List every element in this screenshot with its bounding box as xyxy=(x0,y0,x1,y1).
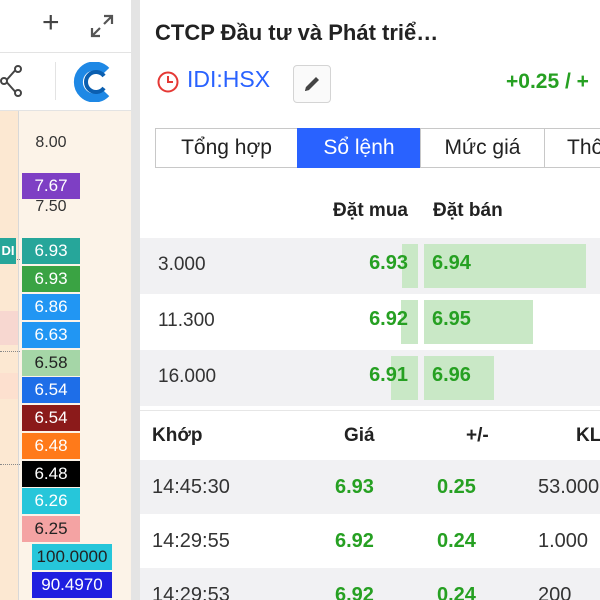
trade-price: 6.92 xyxy=(335,584,374,600)
trade-time: 14:29:53 xyxy=(152,584,230,600)
orderbook-row[interactable]: 16.000 6.91 6.96 xyxy=(140,350,600,406)
ask-price[interactable]: 6.95 xyxy=(432,308,471,331)
price-tag: 6.26 xyxy=(22,488,80,514)
price-tag: 6.93 xyxy=(22,266,80,292)
price-tag: 6.54 xyxy=(22,377,80,403)
orderbook-volume: 11.300 xyxy=(158,310,215,331)
price-scale-label: 8.00 xyxy=(35,134,67,151)
trade-price: 6.92 xyxy=(335,530,374,552)
trade-change: 0.25 xyxy=(437,476,476,498)
price-tag: 6.63 xyxy=(22,322,80,348)
orderbook-header: Đặt mua Đặt bán xyxy=(140,196,600,230)
trade-volume: 53.000 xyxy=(538,476,600,498)
price-tag: 6.58 xyxy=(22,350,80,376)
trade-volume: 1.000 xyxy=(538,530,589,552)
quote-panel: CTCP Đầu tư và Phát triể… IDI:HSX +0.25 … xyxy=(140,0,600,600)
expand-icon[interactable] xyxy=(88,12,116,40)
pencil-icon xyxy=(305,77,319,91)
trade-row: 14:45:30 6.93 0.25 53.000 xyxy=(140,460,600,514)
trade-price: 6.93 xyxy=(335,476,374,498)
price-tag: 6.48 xyxy=(22,461,80,487)
add-icon[interactable]: + xyxy=(42,8,60,38)
price-tag: 6.86 xyxy=(22,294,80,320)
tab-summary[interactable]: Tổng hợp xyxy=(155,128,298,168)
price-tag: 6.48 xyxy=(22,433,80,459)
trade-time: 14:29:55 xyxy=(152,530,230,552)
bid-price[interactable]: 6.91 xyxy=(369,364,408,387)
volume-tag: 100.0000 xyxy=(32,544,112,570)
chart-toolbar: + xyxy=(0,0,131,111)
bid-price[interactable]: 6.93 xyxy=(369,252,408,275)
orderbook-volume: 3.000 xyxy=(158,254,206,275)
trade-change: 0.24 xyxy=(437,530,476,552)
orderbook-row[interactable]: 3.000 6.93 6.94 xyxy=(140,238,600,294)
trades-header: Khớp Giá +/- KL xyxy=(140,410,600,458)
edit-button[interactable] xyxy=(293,65,331,103)
price-tag: 6.25 xyxy=(22,516,80,542)
tab-statistics[interactable]: Thố xyxy=(544,128,600,168)
price-scale-label: 7.50 xyxy=(35,198,67,215)
trade-price-header: Giá xyxy=(344,425,375,446)
trade-change: 0.24 xyxy=(437,584,476,600)
ask-price[interactable]: 6.94 xyxy=(432,252,471,275)
trade-row: 14:29:53 6.92 0.24 200 xyxy=(140,568,600,600)
price-scale[interactable]: 8.00 7.50 DI 7.67 6.93 6.93 6.86 6.63 6.58 6.5… xyxy=(0,111,131,600)
trade-volume: 200 xyxy=(538,584,572,600)
tab-price-levels[interactable]: Mức giá xyxy=(420,128,545,168)
trade-volume-header: KL xyxy=(576,425,600,446)
tab-orderbook[interactable]: Sổ lệnh xyxy=(297,128,421,168)
trade-change-header: +/- xyxy=(466,425,489,446)
company-name: CTCP Đầu tư và Phát triể… xyxy=(155,20,439,45)
brand-logo-icon xyxy=(73,62,110,102)
panel-divider[interactable] xyxy=(131,0,140,600)
tab-bar: Tổng hợp Sổ lệnh Mức giá Thố xyxy=(155,128,600,168)
share-icon[interactable] xyxy=(0,64,24,98)
ticker-symbol[interactable]: IDI:HSX xyxy=(187,66,270,93)
price-tag: 6.93 xyxy=(22,238,80,264)
trade-time: 14:45:30 xyxy=(152,476,230,498)
orderbook-volume: 16.000 xyxy=(158,366,217,387)
bid-price[interactable]: 6.92 xyxy=(369,308,408,331)
trade-time-header: Khớp xyxy=(152,425,203,446)
volume-tag: 90.4970 xyxy=(32,572,112,598)
price-change: +0.25 / + xyxy=(506,70,589,93)
ask-header: Đặt bán xyxy=(433,200,503,221)
clock-icon xyxy=(157,71,179,93)
trade-row: 14:29:55 6.92 0.24 1.000 xyxy=(140,514,600,568)
price-tag: 7.67 xyxy=(22,173,80,199)
bid-header: Đặt mua xyxy=(333,200,408,221)
chart-panel: + 8.00 7.50 DI 7.67 6.93 6.93 6.86 6.63 6.58 6… xyxy=(0,0,131,600)
price-tag: 6.54 xyxy=(22,405,80,431)
orderbook-row[interactable]: 11.300 6.92 6.95 xyxy=(140,294,600,350)
symbol-tag: DI xyxy=(0,238,16,264)
ask-price[interactable]: 6.96 xyxy=(432,364,471,387)
